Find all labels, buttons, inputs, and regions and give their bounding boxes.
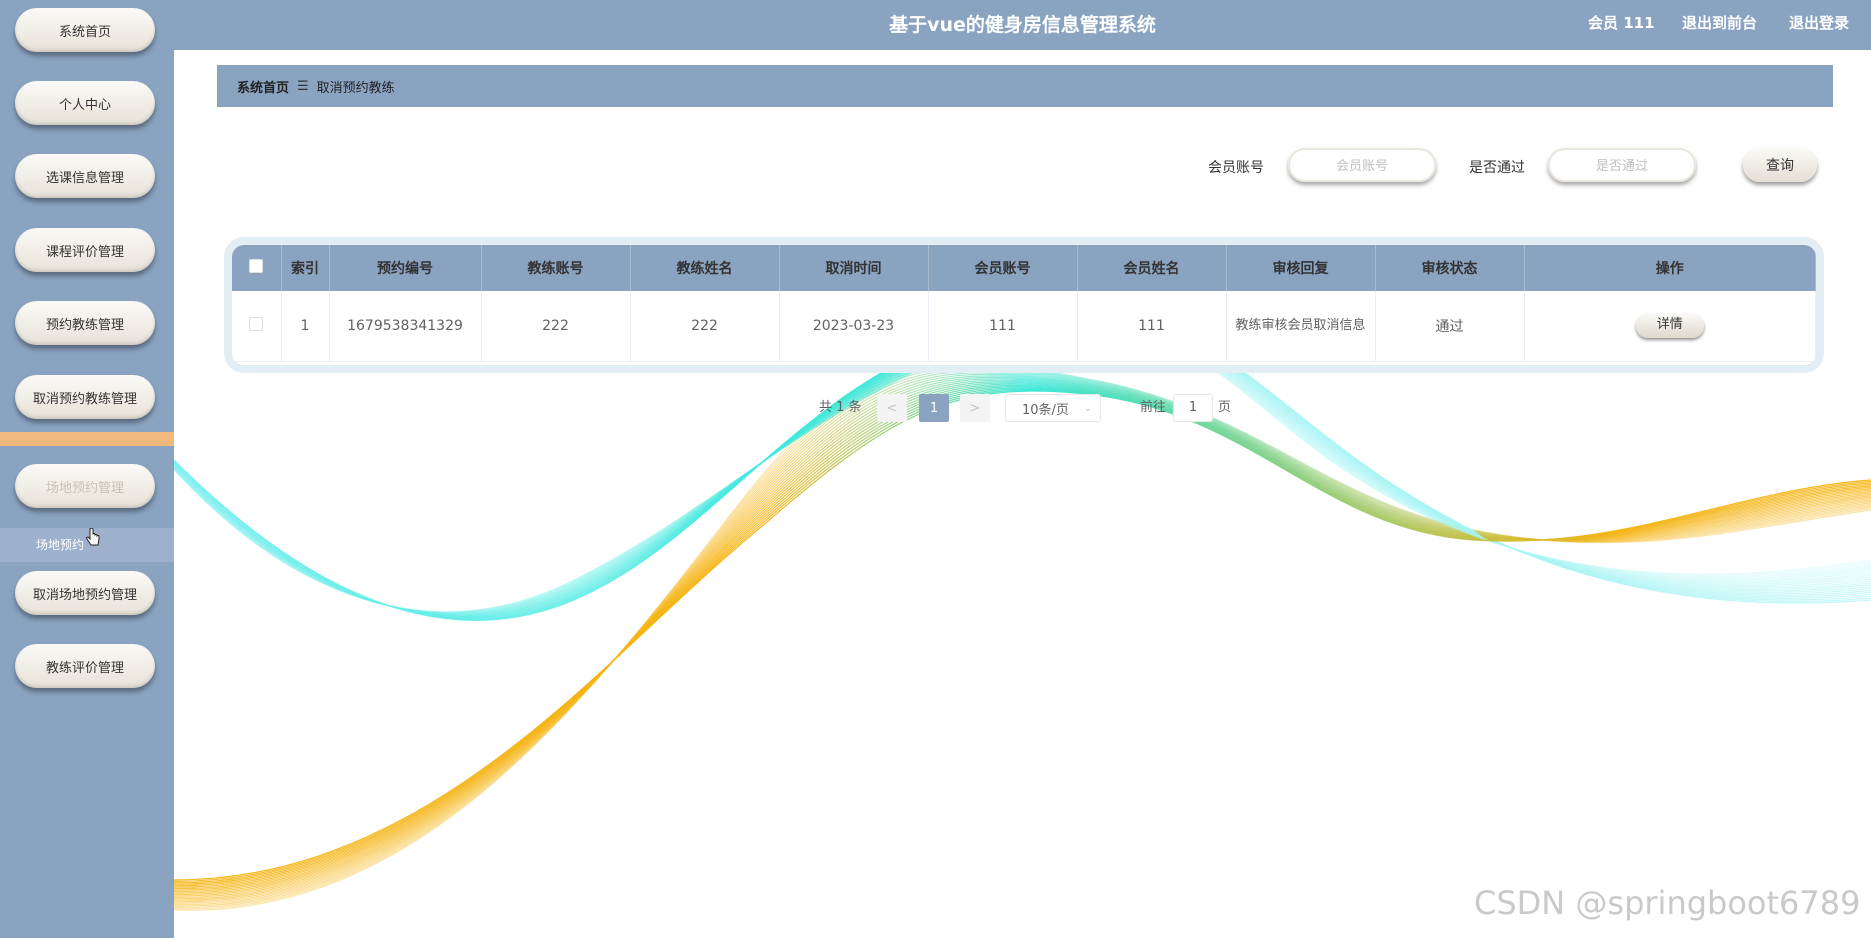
- sidebar-item-course-selection[interactable]: 选课信息管理: [15, 154, 155, 198]
- sidebar-item-home[interactable]: 系统首页: [15, 8, 155, 52]
- member-account-label: 会员账号: [1208, 160, 1264, 176]
- page-suffix-label: 页: [1218, 400, 1232, 415]
- column-header[interactable]: 会员账号: [928, 245, 1078, 291]
- cell-coach-account: 222: [481, 291, 631, 362]
- cell-member-name: 111: [1077, 291, 1227, 362]
- pagination-total: 共 1 条: [819, 400, 862, 415]
- pass-status-label: 是否通过: [1469, 160, 1525, 176]
- cell-coach-name: 222: [630, 291, 780, 362]
- next-page-button[interactable]: >: [960, 394, 990, 422]
- breadcrumb-current: 取消预约教练: [316, 80, 395, 96]
- cell-member-account: 111: [928, 291, 1078, 362]
- cell-index: 1: [281, 291, 330, 362]
- cell-action: 详情: [1524, 291, 1816, 362]
- wave-line: [174, 383, 1871, 890]
- row-checkbox[interactable]: [249, 316, 264, 331]
- column-header[interactable]: 会员姓名: [1077, 245, 1227, 291]
- sidebar-item-cancel-coach-booking[interactable]: 取消预约教练管理: [15, 375, 155, 419]
- wave-line: [174, 379, 1871, 894]
- exit-to-front-link[interactable]: 退出到前台: [1682, 12, 1757, 33]
- sidebar: 系统首页 个人中心 选课信息管理 课程评价管理 预约教练管理 取消预约教练管理 …: [0, 0, 174, 938]
- logout-link[interactable]: 退出登录: [1789, 12, 1849, 33]
- detail-button[interactable]: 详情: [1635, 313, 1704, 338]
- top-header: 基于vue的健身房信息管理系统 会员 111 退出到前台 退出登录: [174, 0, 1871, 50]
- column-header[interactable]: 教练账号: [481, 245, 631, 291]
- page-size-value: 10条/页: [1022, 402, 1069, 418]
- data-table: 索引 预约编号 教练账号 教练姓名 取消时间 会员账号 会员姓名 审核回复 审核…: [224, 237, 1824, 373]
- cell-status: 通过: [1375, 291, 1525, 362]
- watermark: CSDN @springboot6789: [1474, 884, 1861, 922]
- goto-label: 前往: [1140, 400, 1167, 415]
- row-select-cell: [232, 291, 282, 362]
- cell-booking-no: 1679538341329: [329, 291, 482, 362]
- wave-line: [174, 381, 1871, 893]
- column-header[interactable]: 取消时间: [779, 245, 929, 291]
- hand-cursor-icon: [86, 528, 100, 546]
- breadcrumb-menu-icon: ☰: [297, 78, 309, 94]
- sidebar-item-course-review[interactable]: 课程评价管理: [15, 228, 155, 272]
- breadcrumb: 系统首页 ☰ 取消预约教练: [217, 65, 1833, 107]
- sidebar-item-coach-review[interactable]: 教练评价管理: [15, 644, 155, 688]
- sidebar-item-venue-booking[interactable]: 场地预约管理: [15, 464, 155, 508]
- member-account-input[interactable]: [1288, 148, 1436, 182]
- wave-decoration: [174, 360, 1871, 911]
- pass-status-input[interactable]: [1548, 148, 1696, 182]
- sidebar-item-cancel-venue-booking[interactable]: 取消场地预约管理: [15, 571, 155, 615]
- select-all-checkbox[interactable]: [249, 259, 264, 273]
- wave-line: [174, 382, 1871, 891]
- sidebar-item-coach-booking[interactable]: 预约教练管理: [15, 301, 155, 345]
- query-button[interactable]: 查询: [1743, 148, 1817, 182]
- column-header: 操作: [1524, 245, 1816, 291]
- page-size-select[interactable]: 10条/页 ⌄: [1005, 394, 1101, 422]
- table-row: 1 1679538341329 222 222 2023-03-23 111 1…: [232, 291, 1816, 362]
- breadcrumb-home[interactable]: 系统首页: [237, 77, 289, 96]
- column-header[interactable]: 审核状态: [1375, 245, 1525, 291]
- sidebar-item-personal-center[interactable]: 个人中心: [15, 81, 155, 125]
- prev-page-button[interactable]: <: [877, 394, 907, 422]
- select-all-cell: [232, 245, 282, 291]
- column-header[interactable]: 索引: [281, 245, 330, 291]
- page-number-current[interactable]: 1: [919, 394, 949, 422]
- cell-cancel-time: 2023-03-23: [779, 291, 929, 362]
- column-header[interactable]: 教练姓名: [630, 245, 780, 291]
- table-header-row: 索引 预约编号 教练账号 教练姓名 取消时间 会员账号 会员姓名 审核回复 审核…: [232, 245, 1816, 291]
- column-header[interactable]: 审核回复: [1226, 245, 1376, 291]
- column-header[interactable]: 预约编号: [329, 245, 482, 291]
- current-user-label: 会员 111: [1588, 14, 1655, 32]
- sidebar-active-indicator: [0, 432, 174, 446]
- cell-reply: 教练审核会员取消信息: [1226, 291, 1376, 362]
- wave-line: [174, 384, 1871, 888]
- goto-page-input[interactable]: 1: [1173, 394, 1213, 422]
- chevron-down-icon: ⌄: [1083, 403, 1092, 414]
